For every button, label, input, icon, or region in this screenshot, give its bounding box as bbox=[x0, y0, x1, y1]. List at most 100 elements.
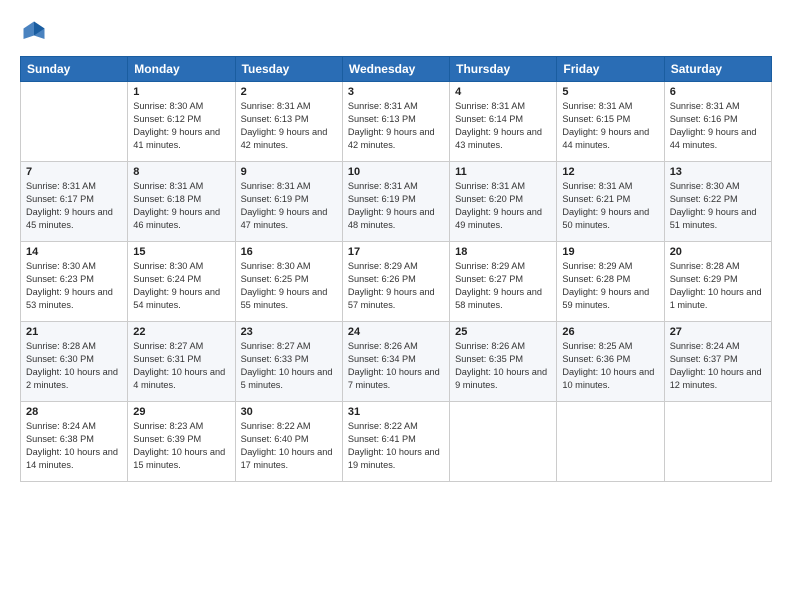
calendar-cell: 17 Sunrise: 8:29 AMSunset: 6:26 PMDayligh… bbox=[342, 242, 449, 322]
calendar-cell: 25Sunrise: 8:26 AMSunset: 6:35 PMDayligh… bbox=[450, 322, 557, 402]
calendar-cell: 24 Sunrise: 8:26 AMSunset: 6:34 PMDayligh… bbox=[342, 322, 449, 402]
day-info: Sunrise: 8:30 AMSunset: 6:22 PMDaylight:… bbox=[670, 180, 766, 232]
day-info: Sunrise: 8:31 AMSunset: 6:19 PMDaylight:… bbox=[348, 180, 444, 232]
day-number: 8 bbox=[133, 166, 229, 178]
calendar-cell: 15 Sunrise: 8:30 AMSunset: 6:24 PMDayligh… bbox=[128, 242, 235, 322]
logo bbox=[20, 18, 52, 46]
calendar-week-row: 28Sunrise: 8:24 AMSunset: 6:38 PMDayligh… bbox=[21, 402, 772, 482]
day-number: 4 bbox=[455, 86, 551, 98]
day-number: 31 bbox=[348, 406, 444, 418]
calendar-cell bbox=[21, 82, 128, 162]
day-info: Sunrise: 8:24 AMSunset: 6:37 PMDaylight:… bbox=[670, 340, 766, 392]
day-number: 29 bbox=[133, 406, 229, 418]
day-info: Sunrise: 8:31 AMSunset: 6:17 PMDaylight:… bbox=[26, 180, 122, 232]
day-number: 1 bbox=[133, 86, 229, 98]
calendar-cell: 14 Sunrise: 8:30 AMSunset: 6:23 PMDayligh… bbox=[21, 242, 128, 322]
calendar-cell: 30 Sunrise: 8:22 AMSunset: 6:40 PMDayligh… bbox=[235, 402, 342, 482]
day-info: Sunrise: 8:26 AMSunset: 6:34 PMDaylight:… bbox=[348, 340, 444, 392]
day-number: 15 bbox=[133, 246, 229, 258]
calendar-week-row: 21 Sunrise: 8:28 AMSunset: 6:30 PMDayligh… bbox=[21, 322, 772, 402]
calendar-cell: 23Sunrise: 8:27 AMSunset: 6:33 PMDayligh… bbox=[235, 322, 342, 402]
calendar-cell: 31Sunrise: 8:22 AMSunset: 6:41 PMDayligh… bbox=[342, 402, 449, 482]
calendar-cell: 1 Sunrise: 8:30 AMSunset: 6:12 PMDaylight… bbox=[128, 82, 235, 162]
calendar-cell bbox=[664, 402, 771, 482]
day-info: Sunrise: 8:29 AMSunset: 6:27 PMDaylight:… bbox=[455, 260, 551, 312]
weekday-header: Saturday bbox=[664, 57, 771, 82]
day-number: 22 bbox=[133, 326, 229, 338]
calendar-cell: 27 Sunrise: 8:24 AMSunset: 6:37 PMDayligh… bbox=[664, 322, 771, 402]
day-info: Sunrise: 8:31 AMSunset: 6:21 PMDaylight:… bbox=[562, 180, 658, 232]
day-number: 17 bbox=[348, 246, 444, 258]
calendar-cell: 6 Sunrise: 8:31 AMSunset: 6:16 PMDaylight… bbox=[664, 82, 771, 162]
calendar-cell: 13 Sunrise: 8:30 AMSunset: 6:22 PMDayligh… bbox=[664, 162, 771, 242]
day-number: 27 bbox=[670, 326, 766, 338]
day-number: 3 bbox=[348, 86, 444, 98]
calendar-cell: 16 Sunrise: 8:30 AMSunset: 6:25 PMDayligh… bbox=[235, 242, 342, 322]
day-info: Sunrise: 8:30 AMSunset: 6:23 PMDaylight:… bbox=[26, 260, 122, 312]
calendar-cell bbox=[450, 402, 557, 482]
weekday-row: SundayMondayTuesdayWednesdayThursdayFrid… bbox=[21, 57, 772, 82]
day-info: Sunrise: 8:29 AMSunset: 6:28 PMDaylight:… bbox=[562, 260, 658, 312]
day-number: 10 bbox=[348, 166, 444, 178]
day-number: 14 bbox=[26, 246, 122, 258]
calendar-cell: 2Sunrise: 8:31 AMSunset: 6:13 PMDaylight… bbox=[235, 82, 342, 162]
calendar-cell: 21 Sunrise: 8:28 AMSunset: 6:30 PMDayligh… bbox=[21, 322, 128, 402]
page: SundayMondayTuesdayWednesdayThursdayFrid… bbox=[0, 0, 792, 612]
calendar-cell: 22Sunrise: 8:27 AMSunset: 6:31 PMDayligh… bbox=[128, 322, 235, 402]
calendar-cell: 20 Sunrise: 8:28 AMSunset: 6:29 PMDayligh… bbox=[664, 242, 771, 322]
calendar-cell: 28Sunrise: 8:24 AMSunset: 6:38 PMDayligh… bbox=[21, 402, 128, 482]
day-info: Sunrise: 8:31 AMSunset: 6:14 PMDaylight:… bbox=[455, 100, 551, 152]
day-number: 20 bbox=[670, 246, 766, 258]
calendar-body: 1 Sunrise: 8:30 AMSunset: 6:12 PMDaylight… bbox=[21, 82, 772, 482]
calendar-cell: 12 Sunrise: 8:31 AMSunset: 6:21 PMDayligh… bbox=[557, 162, 664, 242]
calendar-table: SundayMondayTuesdayWednesdayThursdayFrid… bbox=[20, 56, 772, 482]
day-number: 18 bbox=[455, 246, 551, 258]
day-number: 30 bbox=[241, 406, 337, 418]
calendar-cell: 7 Sunrise: 8:31 AMSunset: 6:17 PMDaylight… bbox=[21, 162, 128, 242]
weekday-header: Sunday bbox=[21, 57, 128, 82]
calendar-week-row: 1 Sunrise: 8:30 AMSunset: 6:12 PMDaylight… bbox=[21, 82, 772, 162]
day-info: Sunrise: 8:25 AMSunset: 6:36 PMDaylight:… bbox=[562, 340, 658, 392]
logo-icon bbox=[20, 18, 48, 46]
day-number: 7 bbox=[26, 166, 122, 178]
weekday-header: Thursday bbox=[450, 57, 557, 82]
day-number: 24 bbox=[348, 326, 444, 338]
day-number: 5 bbox=[562, 86, 658, 98]
day-number: 23 bbox=[241, 326, 337, 338]
day-info: Sunrise: 8:31 AMSunset: 6:13 PMDaylight:… bbox=[348, 100, 444, 152]
weekday-header: Wednesday bbox=[342, 57, 449, 82]
calendar-cell: 8Sunrise: 8:31 AMSunset: 6:18 PMDaylight… bbox=[128, 162, 235, 242]
calendar-cell: 10 Sunrise: 8:31 AMSunset: 6:19 PMDayligh… bbox=[342, 162, 449, 242]
day-info: Sunrise: 8:30 AMSunset: 6:25 PMDaylight:… bbox=[241, 260, 337, 312]
day-info: Sunrise: 8:22 AMSunset: 6:40 PMDaylight:… bbox=[241, 420, 337, 472]
day-number: 6 bbox=[670, 86, 766, 98]
day-info: Sunrise: 8:29 AMSunset: 6:26 PMDaylight:… bbox=[348, 260, 444, 312]
day-info: Sunrise: 8:31 AMSunset: 6:16 PMDaylight:… bbox=[670, 100, 766, 152]
day-number: 25 bbox=[455, 326, 551, 338]
calendar-cell: 19Sunrise: 8:29 AMSunset: 6:28 PMDayligh… bbox=[557, 242, 664, 322]
day-info: Sunrise: 8:31 AMSunset: 6:13 PMDaylight:… bbox=[241, 100, 337, 152]
weekday-header: Monday bbox=[128, 57, 235, 82]
day-info: Sunrise: 8:24 AMSunset: 6:38 PMDaylight:… bbox=[26, 420, 122, 472]
calendar-header: SundayMondayTuesdayWednesdayThursdayFrid… bbox=[21, 57, 772, 82]
day-number: 9 bbox=[241, 166, 337, 178]
day-info: Sunrise: 8:23 AMSunset: 6:39 PMDaylight:… bbox=[133, 420, 229, 472]
day-info: Sunrise: 8:31 AMSunset: 6:15 PMDaylight:… bbox=[562, 100, 658, 152]
day-number: 21 bbox=[26, 326, 122, 338]
calendar-cell: 4 Sunrise: 8:31 AMSunset: 6:14 PMDaylight… bbox=[450, 82, 557, 162]
calendar-cell bbox=[557, 402, 664, 482]
calendar-cell: 11 Sunrise: 8:31 AMSunset: 6:20 PMDayligh… bbox=[450, 162, 557, 242]
calendar-cell: 26Sunrise: 8:25 AMSunset: 6:36 PMDayligh… bbox=[557, 322, 664, 402]
day-number: 11 bbox=[455, 166, 551, 178]
day-info: Sunrise: 8:30 AMSunset: 6:24 PMDaylight:… bbox=[133, 260, 229, 312]
day-number: 16 bbox=[241, 246, 337, 258]
header bbox=[20, 18, 772, 46]
day-info: Sunrise: 8:28 AMSunset: 6:29 PMDaylight:… bbox=[670, 260, 766, 312]
calendar-cell: 18 Sunrise: 8:29 AMSunset: 6:27 PMDayligh… bbox=[450, 242, 557, 322]
day-info: Sunrise: 8:30 AMSunset: 6:12 PMDaylight:… bbox=[133, 100, 229, 152]
day-number: 12 bbox=[562, 166, 658, 178]
calendar-cell: 9Sunrise: 8:31 AMSunset: 6:19 PMDaylight… bbox=[235, 162, 342, 242]
day-number: 13 bbox=[670, 166, 766, 178]
day-info: Sunrise: 8:31 AMSunset: 6:20 PMDaylight:… bbox=[455, 180, 551, 232]
day-info: Sunrise: 8:28 AMSunset: 6:30 PMDaylight:… bbox=[26, 340, 122, 392]
